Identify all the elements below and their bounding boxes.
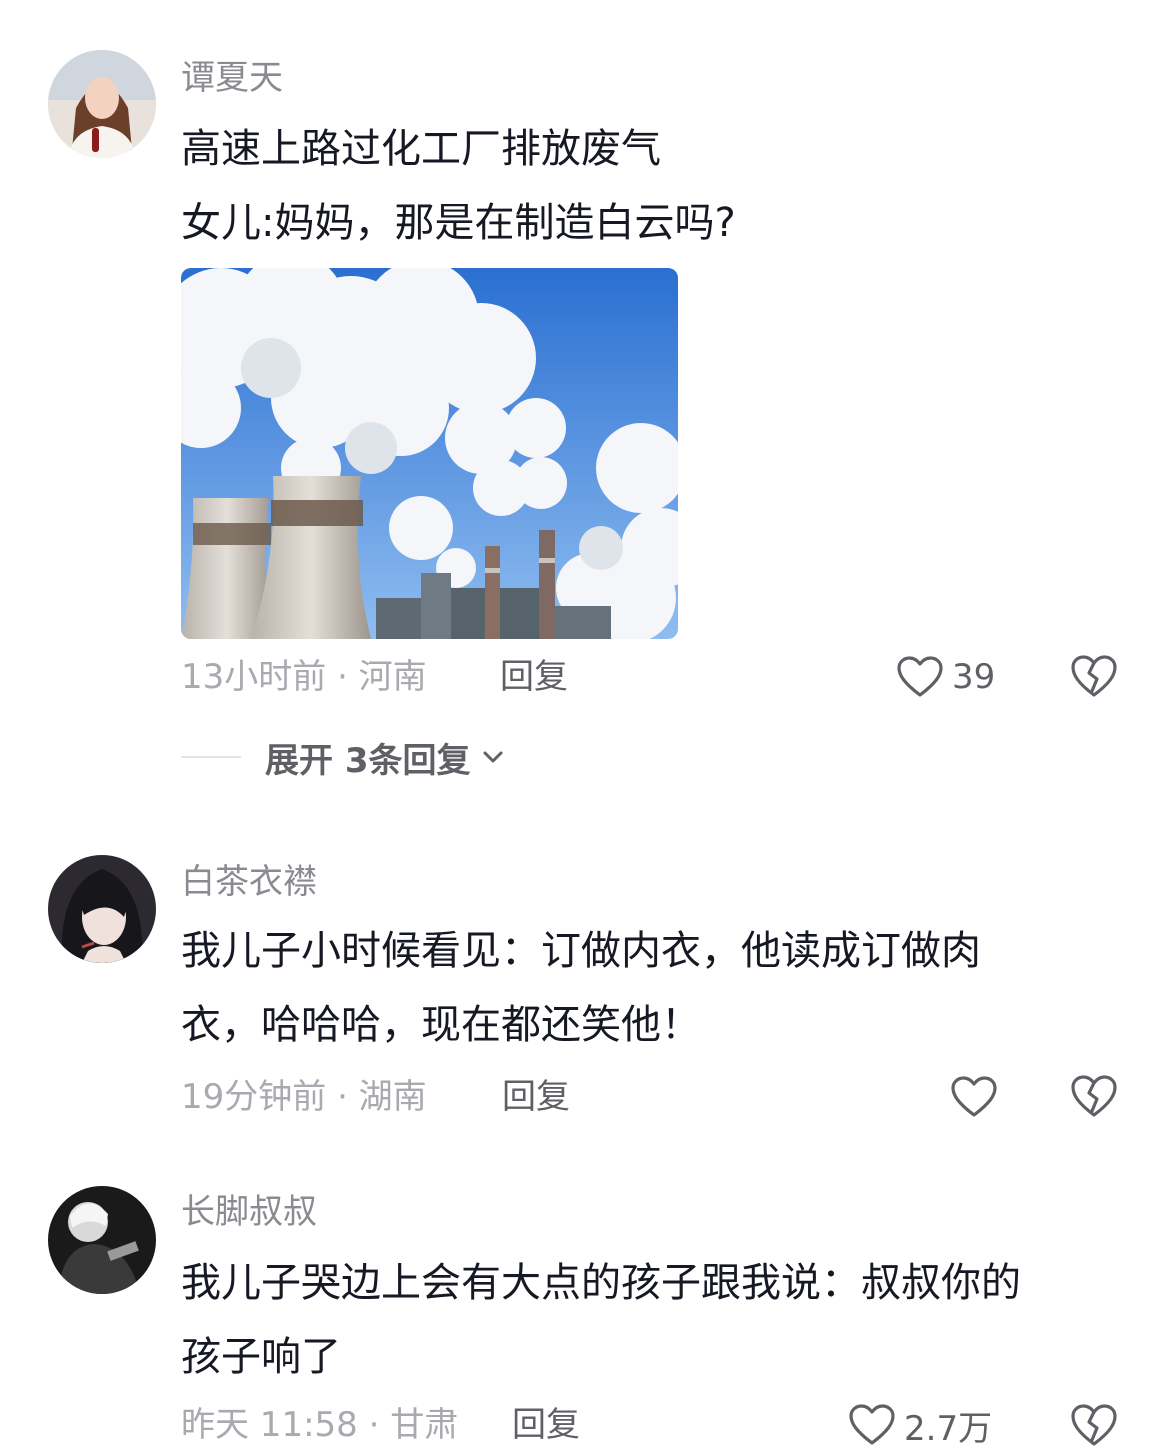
comment-line: 女儿:妈妈，那是在制造白云吗?: [181, 200, 736, 246]
avatar[interactable]: [48, 855, 156, 963]
username[interactable]: 白茶衣襟: [181, 862, 317, 902]
comment-meta: 13小时前 · 河南: [181, 657, 427, 697]
expand-replies-label: 展开 3条回复: [265, 740, 471, 781]
comment-line: 衣，哈哈哈，现在都还笑他！: [181, 1002, 701, 1048]
broken-heart-icon[interactable]: [1070, 653, 1118, 699]
like-button[interactable]: 2.7万: [848, 1400, 992, 1450]
comment-line: 高速上路过化工厂排放废气: [181, 126, 661, 172]
expand-replies-button[interactable]: 展开 3条回复: [181, 732, 505, 782]
heart-outline-icon: [951, 1076, 997, 1117]
comment-image[interactable]: [181, 268, 678, 639]
comment-line: 孩子响了: [181, 1334, 341, 1380]
comment-meta: 昨天 11:58 · 甘肃: [181, 1405, 459, 1445]
heart-outline-icon: [897, 656, 943, 697]
reply-button[interactable]: 回复: [500, 652, 568, 702]
comment-line: 我儿子小时候看见：订做内衣，他读成订做肉: [181, 928, 981, 974]
like-count: 2.7万: [904, 1408, 993, 1449]
broken-heart-icon[interactable]: [1070, 1073, 1118, 1119]
divider: [181, 756, 241, 758]
avatar[interactable]: [48, 1186, 156, 1294]
avatar[interactable]: [48, 50, 156, 158]
like-button[interactable]: 39: [896, 652, 995, 702]
heart-outline-icon: [849, 1404, 895, 1445]
username[interactable]: 长脚叔叔: [181, 1192, 317, 1232]
reply-button[interactable]: 回复: [512, 1400, 580, 1450]
like-count: 39: [952, 657, 996, 697]
comment-line: 我儿子哭边上会有大点的孩子跟我说：叔叔你的: [181, 1260, 1021, 1306]
comment-meta: 19分钟前 · 湖南: [181, 1077, 427, 1117]
comment-text: 我儿子哭边上会有大点的孩子跟我说：叔叔你的 孩子响了: [181, 1246, 1121, 1394]
broken-heart-icon[interactable]: [1070, 1402, 1118, 1448]
like-button[interactable]: [950, 1072, 1006, 1122]
reply-button[interactable]: 回复: [502, 1072, 570, 1122]
comment-text: 高速上路过化工厂排放废气 女儿:妈妈，那是在制造白云吗?: [181, 112, 1121, 260]
username[interactable]: 谭夏天: [181, 58, 283, 98]
comment-text: 我儿子小时候看见：订做内衣，他读成订做肉 衣，哈哈哈，现在都还笑他！: [181, 914, 1121, 1062]
chevron-down-icon: [483, 751, 502, 763]
